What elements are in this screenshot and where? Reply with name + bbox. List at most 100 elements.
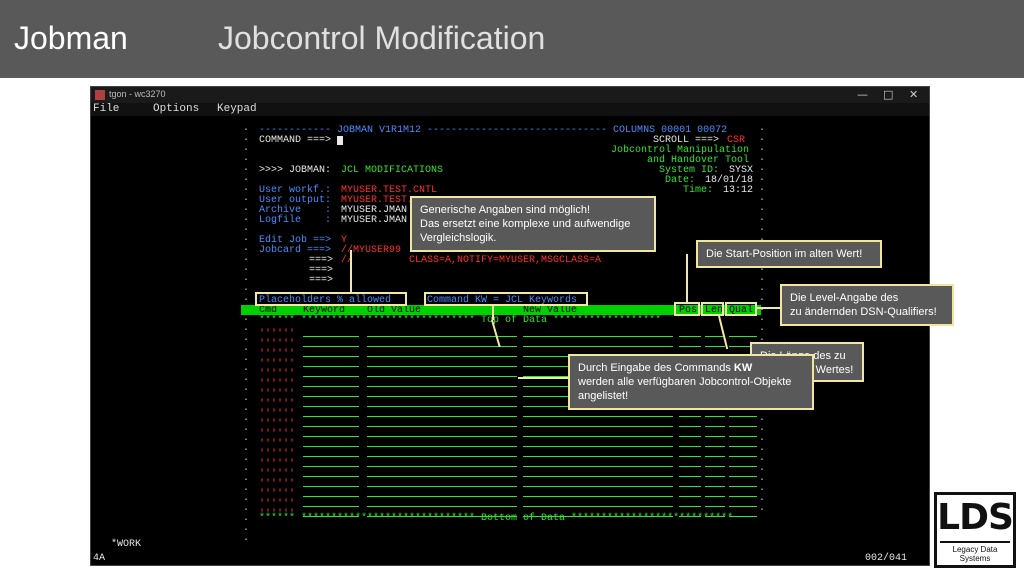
row-field[interactable]: [523, 476, 673, 477]
row-field[interactable]: [705, 426, 725, 427]
row-field[interactable]: [367, 446, 517, 447]
row-field[interactable]: [523, 496, 673, 497]
window-title: tgon - wc3270: [109, 89, 166, 99]
row-field[interactable]: [367, 376, 517, 377]
row-field[interactable]: [523, 446, 673, 447]
row-field[interactable]: [303, 486, 359, 487]
row-field[interactable]: [303, 386, 359, 387]
row-field[interactable]: [729, 416, 757, 417]
row-field[interactable]: [367, 486, 517, 487]
callout-kw-bold: KW: [733, 362, 753, 374]
row-field[interactable]: [729, 456, 757, 457]
close-button[interactable]: ✕: [909, 88, 918, 101]
row-field[interactable]: [523, 486, 673, 487]
menu-options[interactable]: Options: [153, 103, 199, 115]
row-field[interactable]: [729, 446, 757, 447]
row-field[interactable]: [367, 346, 517, 347]
row-field[interactable]: [705, 486, 725, 487]
row-field[interactable]: [729, 336, 757, 337]
row-field[interactable]: [705, 476, 725, 477]
row-field[interactable]: [303, 456, 359, 457]
row-field[interactable]: [705, 436, 725, 437]
row-field[interactable]: [679, 506, 701, 507]
row-field[interactable]: [523, 456, 673, 457]
row-field[interactable]: [367, 406, 517, 407]
row-field[interactable]: [303, 506, 359, 507]
row-field[interactable]: [705, 506, 725, 507]
callout-kw-line2: werden alle verfügbaren Jobcontrol-Objek…: [578, 376, 792, 388]
callout-kw-pre: Durch Eingabe des Commands: [578, 362, 734, 374]
row-field[interactable]: [729, 476, 757, 477]
row-field[interactable]: [367, 386, 517, 387]
row-field[interactable]: [303, 336, 359, 337]
minimize-button[interactable]: —: [857, 88, 868, 101]
row-field[interactable]: [679, 476, 701, 477]
row-field[interactable]: [523, 426, 673, 427]
row-field[interactable]: [679, 456, 701, 457]
row-field[interactable]: [367, 466, 517, 467]
row-field[interactable]: [303, 376, 359, 377]
placeholders-highlight: [255, 292, 407, 306]
row-field[interactable]: [303, 406, 359, 407]
callout-generic: Generische Angaben sind möglich! Das ers…: [410, 196, 656, 252]
row-field[interactable]: [679, 336, 701, 337]
menu-file[interactable]: File: [93, 103, 119, 115]
row-field[interactable]: [367, 396, 517, 397]
app-name: Jobman: [14, 20, 128, 56]
row-field[interactable]: [303, 446, 359, 447]
row-field[interactable]: [679, 346, 701, 347]
row-field[interactable]: [729, 426, 757, 427]
row-field[interactable]: [705, 466, 725, 467]
row-field[interactable]: [367, 416, 517, 417]
row-field[interactable]: [705, 456, 725, 457]
row-field[interactable]: [705, 346, 725, 347]
row-field[interactable]: [303, 356, 359, 357]
menu-keypad[interactable]: Keypad: [217, 103, 257, 115]
row-field[interactable]: [729, 486, 757, 487]
slide-title: Jobcontrol Modification: [218, 20, 546, 56]
row-field[interactable]: [367, 496, 517, 497]
row-field[interactable]: [303, 396, 359, 397]
row-field[interactable]: [367, 336, 517, 337]
row-field[interactable]: [523, 416, 673, 417]
row-field[interactable]: [729, 506, 757, 507]
row-field[interactable]: [367, 506, 517, 507]
row-field[interactable]: [729, 516, 757, 517]
row-field[interactable]: [523, 346, 673, 347]
row-field[interactable]: [303, 476, 359, 477]
callout-generic-line1: Generische Angaben sind möglich!: [420, 204, 590, 216]
row-field[interactable]: [523, 336, 673, 337]
row-field[interactable]: [367, 476, 517, 477]
row-field[interactable]: [303, 426, 359, 427]
row-field[interactable]: [679, 426, 701, 427]
row-field[interactable]: [303, 346, 359, 347]
row-field[interactable]: [679, 496, 701, 497]
row-field[interactable]: [523, 506, 673, 507]
row-field[interactable]: [303, 466, 359, 467]
row-field[interactable]: [367, 436, 517, 437]
callout-startpos-text: Die Start-Position im alten Wert!: [706, 248, 863, 260]
row-field[interactable]: [729, 436, 757, 437]
row-field[interactable]: [729, 466, 757, 467]
row-field[interactable]: [679, 416, 701, 417]
row-field[interactable]: [367, 366, 517, 367]
row-field[interactable]: [303, 496, 359, 497]
row-field[interactable]: [705, 496, 725, 497]
row-field[interactable]: [705, 416, 725, 417]
row-field[interactable]: [303, 416, 359, 417]
row-field[interactable]: [367, 456, 517, 457]
row-field[interactable]: [679, 446, 701, 447]
maximize-button[interactable]: □: [883, 88, 893, 101]
row-field[interactable]: [705, 446, 725, 447]
row-field[interactable]: [679, 466, 701, 467]
row-field[interactable]: [679, 486, 701, 487]
row-field[interactable]: [303, 366, 359, 367]
row-field[interactable]: [523, 466, 673, 467]
bottom-of-data: ****** ***************************** Bot…: [259, 513, 734, 524]
row-field[interactable]: [367, 356, 517, 357]
row-field[interactable]: [303, 436, 359, 437]
row-field[interactable]: [729, 496, 757, 497]
row-field[interactable]: [367, 426, 517, 427]
row-field[interactable]: [523, 436, 673, 437]
row-field[interactable]: [679, 436, 701, 437]
